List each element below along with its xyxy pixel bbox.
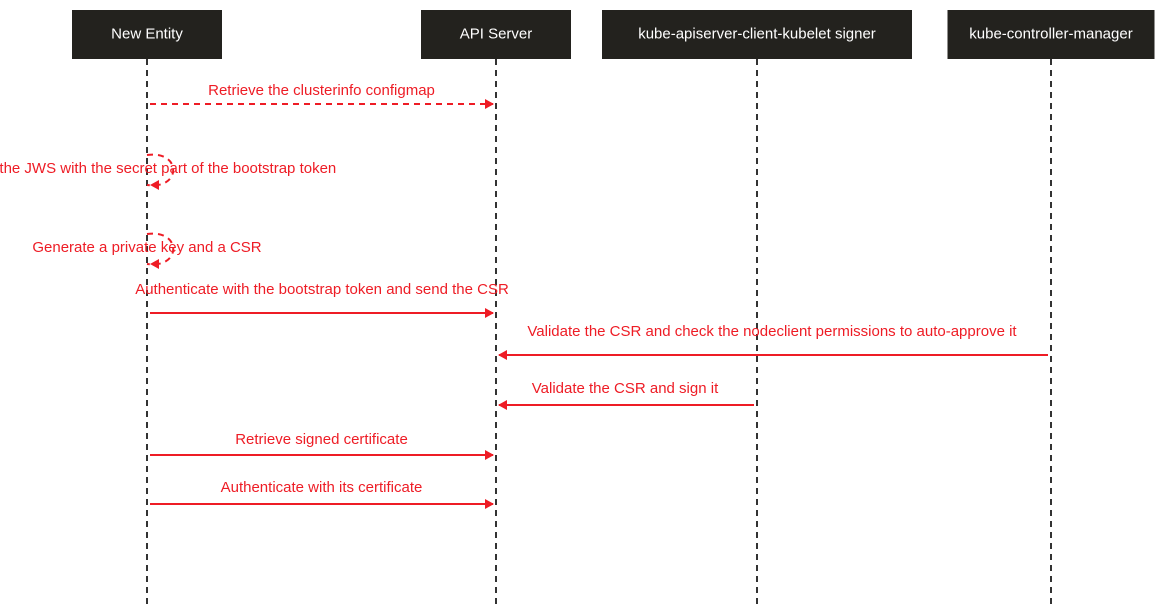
arrow-head <box>150 180 159 190</box>
arrow-head <box>485 308 494 318</box>
message-text-7: Authenticate with its certificate <box>221 479 423 496</box>
actor-label-kcm: kube-controller-manager <box>969 25 1132 42</box>
message-0: Retrieve the clusterinfo configmap <box>150 82 494 109</box>
message-5: Validate the CSR and sign it <box>498 380 754 410</box>
actor-label-api_server: API Server <box>460 25 533 42</box>
arrow-head <box>150 259 159 269</box>
arrow-head <box>485 99 494 109</box>
message-text-3: Authenticate with the bootstrap token an… <box>135 281 509 298</box>
message-7: Authenticate with its certificate <box>150 479 494 509</box>
arrow-head <box>498 400 507 410</box>
actor-label-signer: kube-apiserver-client-kubelet signer <box>638 25 876 42</box>
message-1: Verify the JWS with the secret part of t… <box>0 155 336 190</box>
message-text-6: Retrieve signed certificate <box>235 431 408 448</box>
arrow-head <box>485 450 494 460</box>
message-4: Validate the CSR and check the nodeclien… <box>498 323 1048 360</box>
actor-label-new_entity: New Entity <box>111 25 183 42</box>
message-2: Generate a private key and a CSR <box>32 234 261 269</box>
message-6: Retrieve signed certificate <box>150 431 494 460</box>
message-3: Authenticate with the bootstrap token an… <box>135 281 509 318</box>
message-text-1: Verify the JWS with the secret part of t… <box>0 160 336 177</box>
message-text-4: Validate the CSR and check the nodeclien… <box>527 323 1017 340</box>
arrow-head <box>498 350 507 360</box>
message-text-5: Validate the CSR and sign it <box>532 380 719 397</box>
message-text-0: Retrieve the clusterinfo configmap <box>208 82 435 99</box>
arrow-head <box>485 499 494 509</box>
message-text-2: Generate a private key and a CSR <box>32 239 261 256</box>
